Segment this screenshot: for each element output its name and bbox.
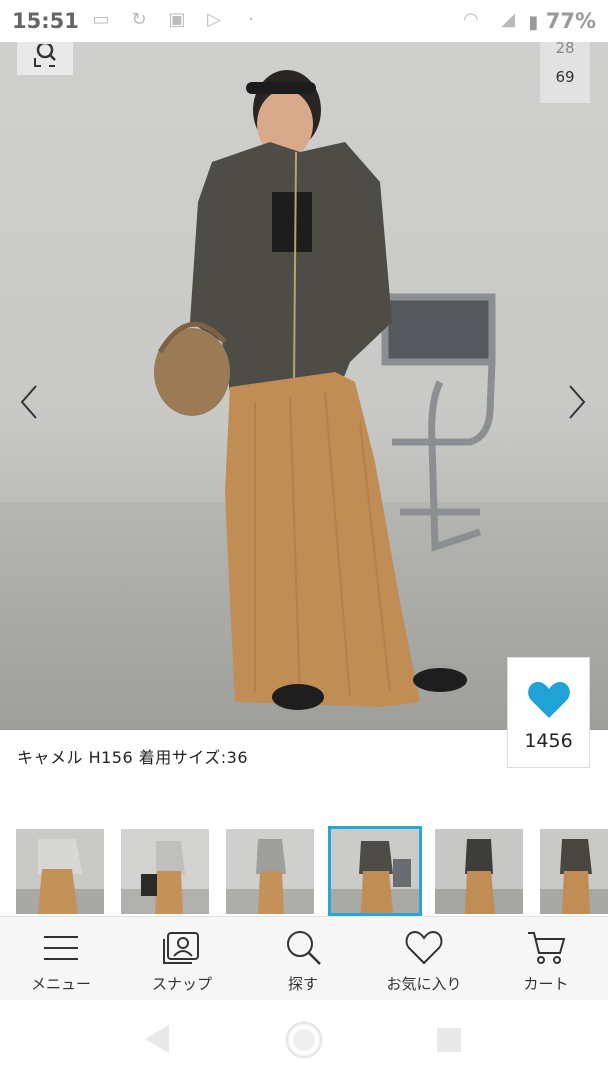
- favorite-button[interactable]: 1456: [507, 657, 590, 768]
- battery-indicator: ▮ 77%: [529, 9, 596, 33]
- nav-search-label: 探す: [287, 975, 318, 993]
- nav-search[interactable]: 探す: [253, 917, 353, 1000]
- sync-icon: ↻: [131, 9, 147, 30]
- system-back-icon[interactable]: [143, 1023, 173, 1055]
- gallery-icon: ▭: [92, 9, 110, 30]
- thumbnail-image: [226, 829, 314, 914]
- system-recents-icon[interactable]: [435, 1026, 463, 1054]
- image-counter-total: 69: [555, 68, 575, 86]
- thumbnail[interactable]: [435, 829, 523, 914]
- status-time: 15:51: [12, 9, 79, 33]
- favorite-count: 1456: [524, 730, 573, 752]
- nav-cart[interactable]: カート: [496, 917, 596, 1000]
- photo-caption: キャメル H156 着用サイズ:36: [17, 748, 249, 767]
- thumbnail-image: [435, 829, 523, 914]
- product-photo[interactable]: 28 69: [0, 42, 608, 730]
- left-sandal: [272, 684, 324, 710]
- wifi-icon: ◠: [463, 9, 479, 30]
- sunglasses-illustration: [246, 82, 316, 94]
- chair-illustration: [381, 293, 496, 552]
- next-image-button[interactable]: [562, 382, 592, 422]
- image-counter: 28 69: [540, 42, 590, 103]
- thumbnail-strip[interactable]: [0, 826, 608, 916]
- thumbnail-image: [121, 829, 209, 914]
- heart-icon: [528, 682, 570, 718]
- thumbnail[interactable]: [540, 829, 608, 914]
- nav-menu[interactable]: メニュー: [11, 917, 111, 1000]
- thumbnail-selected[interactable]: [328, 826, 422, 916]
- system-home-icon[interactable]: [285, 1021, 323, 1059]
- snap-photo-icon: [163, 932, 199, 964]
- inner-top: [272, 192, 312, 252]
- thumbnail[interactable]: [16, 829, 104, 914]
- chevron-right-icon: [569, 385, 586, 419]
- battery-level: 77%: [545, 9, 596, 33]
- nav-menu-label: メニュー: [30, 975, 91, 993]
- cart-icon: [528, 932, 566, 964]
- search-icon: [287, 931, 321, 965]
- thumbnail-image: [540, 829, 608, 914]
- thumbnail[interactable]: [121, 829, 209, 914]
- nav-cart-label: カート: [523, 975, 569, 993]
- previous-image-button[interactable]: [14, 382, 44, 422]
- nav-snap-label: スナップ: [151, 975, 212, 993]
- thumbnail[interactable]: [226, 829, 314, 914]
- thumbnail-image: [16, 829, 104, 914]
- model-illustration: [154, 70, 496, 710]
- zoom-button[interactable]: [17, 42, 73, 75]
- nav-snap[interactable]: スナップ: [132, 917, 232, 1000]
- battery-icon: ▮: [528, 12, 539, 33]
- hamburger-menu-icon: [44, 936, 78, 960]
- video-icon: ▷: [207, 9, 221, 30]
- signal-icon: ◢: [501, 9, 515, 30]
- more-notifications-icon: ·: [248, 9, 254, 30]
- bottom-navigation: メニュー スナップ 探す お気に入り カート: [0, 916, 608, 1001]
- heart-outline-icon: [405, 930, 443, 965]
- status-bar: 15:51 ▭ ↻ ▣ ▷ · ◠ ◢ ▮ 77%: [0, 0, 608, 42]
- right-sandal: [413, 668, 467, 692]
- thumbnail-image: [331, 829, 419, 913]
- zoom-icon: [34, 43, 56, 67]
- system-navigation-bar: [0, 1000, 608, 1080]
- image-counter-current: 28: [555, 42, 575, 57]
- image-icon: ▣: [168, 9, 186, 30]
- chevron-left-icon: [20, 385, 37, 419]
- nav-favorites-label: お気に入り: [386, 975, 462, 993]
- nav-favorites[interactable]: お気に入り: [374, 917, 474, 1000]
